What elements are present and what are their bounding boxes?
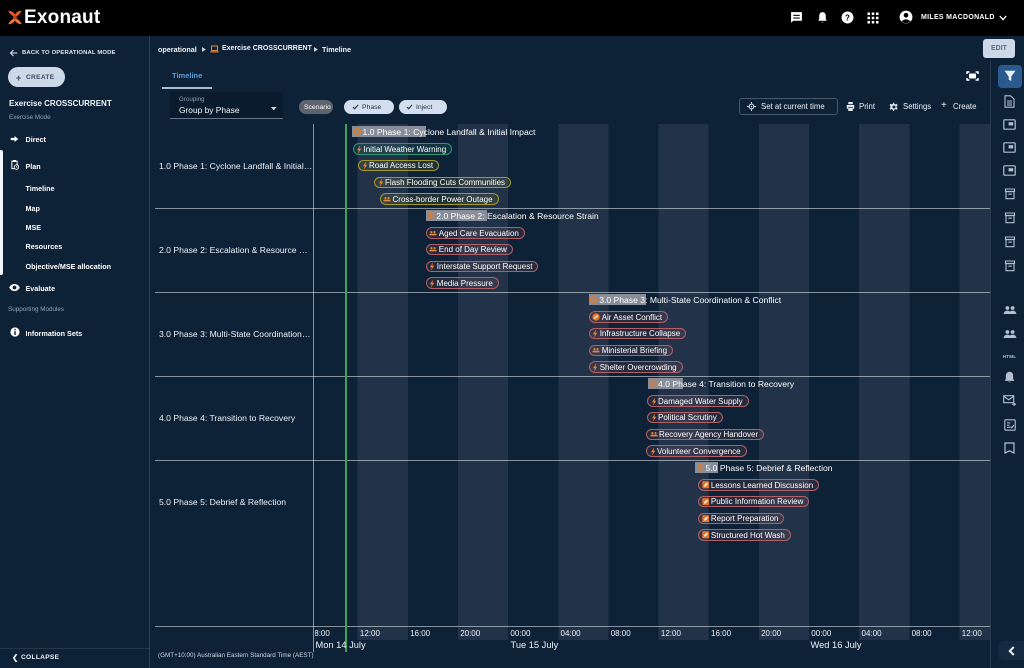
svg-text:?: ?	[845, 13, 850, 22]
